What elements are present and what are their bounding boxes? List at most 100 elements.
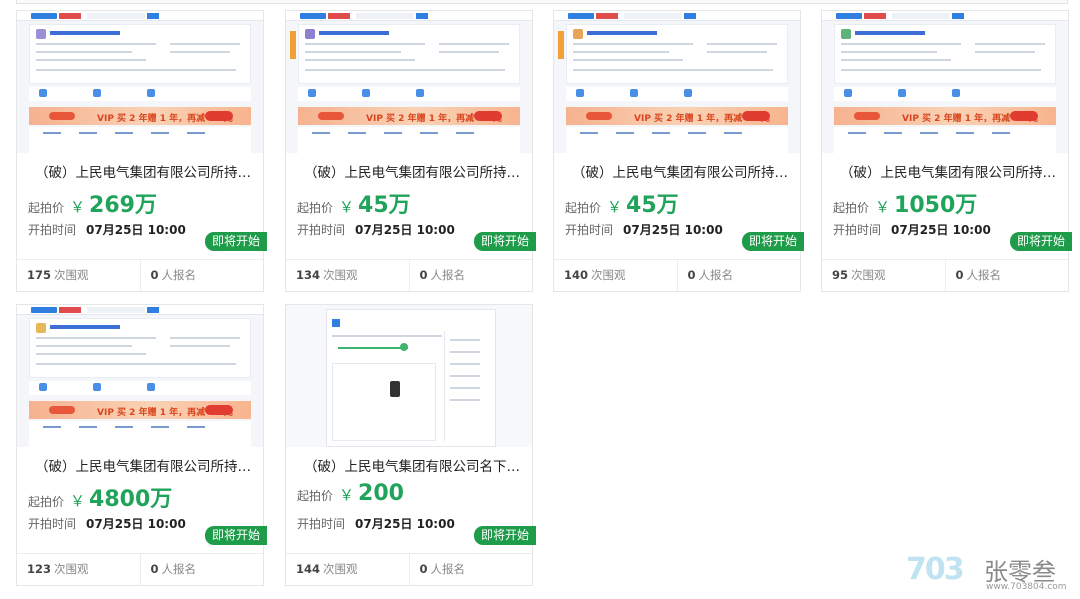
- starting-price: 4800万: [89, 487, 173, 512]
- price-row: 起拍价 ￥ 45万: [565, 187, 679, 218]
- currency-symbol: ￥: [70, 492, 86, 510]
- auction-card[interactable]: VIP 买 2 年赠 1 年，再减 69 元 （破）上民电气集团有限公司所持温州…: [16, 10, 267, 292]
- time-label: 开拍时间: [28, 517, 77, 531]
- price-row: 起拍价 ￥ 4800万: [28, 481, 173, 512]
- time-row: 开拍时间 07月25日 10:00: [28, 221, 186, 238]
- status-badge: 即将开始: [1010, 232, 1072, 251]
- views-label: 次围观: [54, 268, 89, 282]
- signups-count: 0: [419, 268, 428, 282]
- price-row: 起拍价 ￥ 45万: [297, 187, 411, 218]
- views-stat: 144 次围观: [286, 554, 409, 585]
- starting-price: 269万: [89, 193, 157, 218]
- signups-label: 人报名: [161, 268, 197, 282]
- start-time: 07月25日 10:00: [891, 223, 991, 237]
- card-title[interactable]: （破）上民电气集团有限公司所持乐清...: [304, 161, 526, 181]
- views-stat: 134 次围观: [286, 260, 409, 291]
- views-stat: 95 次围观: [822, 260, 945, 291]
- auction-card[interactable]: VIP 买 2 年赠 1 年，再减 69 元 （破）上民电气集团有限公司所持上海…: [16, 304, 267, 586]
- price-row: 起拍价 ￥ 200: [297, 481, 404, 511]
- status-badge: 即将开始: [474, 526, 536, 545]
- signups-stat: 0 人报名: [139, 554, 264, 585]
- time-label: 开拍时间: [297, 223, 346, 237]
- time-row: 开拍时间 07月25日 10:00: [833, 221, 991, 238]
- views-count: 144: [296, 562, 321, 576]
- watermark: 703 张零叁 www.703804.com: [906, 552, 1076, 596]
- time-label: 开拍时间: [297, 517, 346, 531]
- start-time: 07月25日 10:00: [623, 223, 723, 237]
- currency-symbol: ￥: [70, 198, 86, 216]
- views-label: 次围观: [591, 268, 626, 282]
- auction-thumbnail[interactable]: [286, 305, 532, 447]
- watermark-url: www.703804.com: [986, 582, 1067, 592]
- auction-thumbnail[interactable]: VIP 买 2 年赠 1 年，再减 69 元: [17, 305, 263, 447]
- auction-thumbnail[interactable]: VIP 买 2 年赠 1 年，再减 69 元: [286, 11, 532, 153]
- price-label: 起拍价: [297, 201, 334, 215]
- price-label: 起拍价: [28, 495, 65, 509]
- watermark-logo: 703: [906, 552, 965, 587]
- price-label: 起拍价: [565, 201, 602, 215]
- starting-price: 1050万: [894, 193, 978, 218]
- status-badge: 即将开始: [205, 232, 267, 251]
- signups-stat: 0 人报名: [676, 260, 801, 291]
- card-title[interactable]: （破）上民电气集团有限公司名下注册...: [304, 455, 526, 475]
- signups-label: 人报名: [966, 268, 1002, 282]
- views-count: 134: [296, 268, 321, 282]
- card-title[interactable]: （破）上民电气集团有限公司所持温州...: [35, 161, 257, 181]
- signups-count: 0: [150, 268, 159, 282]
- signups-label: 人报名: [430, 562, 466, 576]
- auction-card[interactable]: VIP 买 2 年赠 1 年，再减 69 元 （破）上民电气集团有限公司所持上民…: [821, 10, 1072, 292]
- signups-stat: 0 人报名: [408, 260, 533, 291]
- auction-card[interactable]: （破）上民电气集团有限公司名下注册... 起拍价 ￥ 200 开拍时间 07月25…: [285, 304, 536, 586]
- views-count: 175: [27, 268, 52, 282]
- views-label: 次围观: [54, 562, 89, 576]
- starting-price: 45万: [358, 193, 411, 218]
- views-count: 123: [27, 562, 52, 576]
- starting-price: 200: [358, 481, 404, 506]
- auction-card[interactable]: VIP 买 2 年赠 1 年，再减 69 元 （破）上民电气集团有限公司所持乐清…: [285, 10, 536, 292]
- price-row: 起拍价 ￥ 269万: [28, 187, 157, 218]
- views-label: 次围观: [851, 268, 886, 282]
- card-stats: 144 次围观 0 人报名: [286, 553, 532, 585]
- time-label: 开拍时间: [28, 223, 77, 237]
- price-label: 起拍价: [297, 489, 334, 503]
- auction-card[interactable]: VIP 买 2 年赠 1 年，再减 69 元 （破）上民电气集团有限公司所持乐清…: [553, 10, 804, 292]
- auction-thumbnail[interactable]: VIP 买 2 年赠 1 年，再减 69 元: [554, 11, 800, 153]
- card-stats: 134 次围观 0 人报名: [286, 259, 532, 291]
- card-stats: 140 次围观 0 人报名: [554, 259, 800, 291]
- start-time: 07月25日 10:00: [355, 517, 455, 531]
- signups-label: 人报名: [698, 268, 734, 282]
- views-stat: 175 次围观: [17, 260, 140, 291]
- card-stats: 123 次围观 0 人报名: [17, 553, 263, 585]
- signups-label: 人报名: [161, 562, 197, 576]
- card-title[interactable]: （破）上民电气集团有限公司所持上民...: [840, 161, 1062, 181]
- views-label: 次围观: [323, 562, 358, 576]
- signups-count: 0: [955, 268, 964, 282]
- start-time: 07月25日 10:00: [86, 223, 186, 237]
- card-stats: 175 次围观 0 人报名: [17, 259, 263, 291]
- start-time: 07月25日 10:00: [355, 223, 455, 237]
- auction-thumbnail[interactable]: VIP 买 2 年赠 1 年，再减 69 元: [17, 11, 263, 153]
- currency-symbol: ￥: [607, 198, 623, 216]
- time-row: 开拍时间 07月25日 10:00: [297, 515, 455, 532]
- signups-stat: 0 人报名: [139, 260, 264, 291]
- time-label: 开拍时间: [565, 223, 614, 237]
- signups-count: 0: [419, 562, 428, 576]
- price-label: 起拍价: [28, 201, 65, 215]
- price-label: 起拍价: [833, 201, 870, 215]
- time-row: 开拍时间 07月25日 10:00: [297, 221, 455, 238]
- auction-thumbnail[interactable]: VIP 买 2 年赠 1 年，再减 69 元: [822, 11, 1068, 153]
- status-badge: 即将开始: [742, 232, 804, 251]
- signups-stat: 0 人报名: [408, 554, 533, 585]
- currency-symbol: ￥: [339, 486, 355, 504]
- card-title[interactable]: （破）上民电气集团有限公司所持上海...: [35, 455, 257, 475]
- views-count: 95: [832, 268, 849, 282]
- currency-symbol: ￥: [339, 198, 355, 216]
- currency-symbol: ￥: [875, 198, 891, 216]
- signups-label: 人报名: [430, 268, 466, 282]
- views-stat: 140 次围观: [554, 260, 677, 291]
- signups-count: 0: [150, 562, 159, 576]
- card-stats: 95 次围观 0 人报名: [822, 259, 1068, 291]
- card-title[interactable]: （破）上民电气集团有限公司所持乐清...: [572, 161, 794, 181]
- start-time: 07月25日 10:00: [86, 517, 186, 531]
- price-row: 起拍价 ￥ 1050万: [833, 187, 978, 218]
